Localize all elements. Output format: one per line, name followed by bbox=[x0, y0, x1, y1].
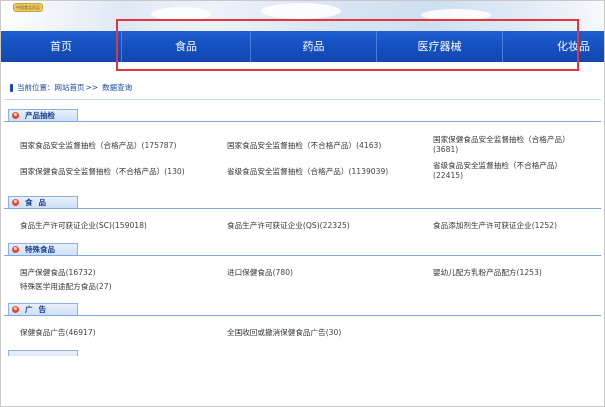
section-title: 产品抽检 bbox=[25, 111, 55, 120]
section-tab: ⊗ 产品抽检 bbox=[8, 109, 78, 121]
list-item[interactable]: 保健食品广告(46917) bbox=[20, 328, 96, 338]
top-banner: 中国食品药品 bbox=[1, 1, 604, 31]
section-title: 食品 bbox=[25, 198, 52, 207]
list-item[interactable]: 婴幼儿配方乳粉产品配方(1253) bbox=[433, 268, 542, 278]
section-header-partial bbox=[4, 350, 601, 356]
list-item[interactable]: 国家食品安全监督抽检（不合格产品）(4163) bbox=[227, 141, 381, 151]
breadcrumb-current: 数据查询 bbox=[102, 83, 133, 92]
section-icon: ⊗ bbox=[12, 199, 19, 206]
breadcrumb-prefix: 当前位置： bbox=[17, 83, 55, 92]
list-item[interactable]: 食品生产许可获证企业(SC)(159018) bbox=[20, 221, 147, 231]
section-header-food: ⊗ 食品 bbox=[4, 196, 601, 209]
section-icon: ⊗ bbox=[12, 246, 19, 253]
list-item[interactable]: 食品生产许可获证企业(QS)(22325) bbox=[227, 221, 350, 231]
section-header-product-sampling: ⊗ 产品抽检 bbox=[4, 109, 601, 122]
section-title: 特殊食品 bbox=[25, 245, 55, 254]
section-icon: ⊗ bbox=[12, 306, 19, 313]
breadcrumb-home[interactable]: 网站首页 bbox=[55, 82, 85, 94]
main-nav: 首页 食品 药品 医疗器械 化妆品 bbox=[1, 31, 604, 62]
nav-item-cosmetics[interactable]: 化妆品 bbox=[503, 31, 604, 62]
divider bbox=[4, 99, 601, 100]
list-item[interactable]: 国家保健食品安全监督抽检（合格产品） (3681) bbox=[433, 135, 593, 155]
list-item[interactable]: 全国收回或撤消保健食品广告(30) bbox=[227, 328, 341, 338]
location-icon bbox=[10, 84, 13, 92]
breadcrumb: 当前位置： 网站首页 >> 数据查询 bbox=[10, 82, 132, 94]
nav-item-home[interactable]: 首页 bbox=[1, 31, 122, 62]
list-item[interactable]: 特殊医学用途配方食品(27) bbox=[20, 282, 112, 292]
nav-item-food[interactable]: 食品 bbox=[122, 31, 251, 62]
section-header-special-food: ⊗ 特殊食品 bbox=[4, 243, 601, 256]
banner-cloud bbox=[261, 3, 341, 19]
section-icon: ⊗ bbox=[12, 112, 19, 119]
section-header-ads: ⊗ 广告 bbox=[4, 303, 601, 316]
nav-item-drugs[interactable]: 药品 bbox=[251, 31, 377, 62]
banner-cloud bbox=[151, 7, 211, 21]
list-item[interactable]: 食品添加剂生产许可获证企业(1252) bbox=[433, 221, 557, 231]
banner-cloud bbox=[421, 9, 491, 21]
section-tab: ⊗ 广告 bbox=[8, 303, 78, 315]
section-tab bbox=[8, 350, 78, 356]
section-tab: ⊗ 食品 bbox=[8, 196, 78, 208]
list-item[interactable]: 进口保健食品(780) bbox=[227, 268, 293, 278]
list-item[interactable]: 省级食品安全监督抽检（合格产品）(1139039) bbox=[227, 167, 388, 177]
section-tab: ⊗ 特殊食品 bbox=[8, 243, 78, 255]
breadcrumb-separator: >> bbox=[85, 83, 99, 92]
list-item[interactable]: 国产保健食品(16732) bbox=[20, 268, 96, 278]
list-item[interactable]: 省级食品安全监督抽检（不合格产品） (22415) bbox=[433, 161, 593, 181]
nav-item-medical-devices[interactable]: 医疗器械 bbox=[377, 31, 503, 62]
section-title: 广告 bbox=[25, 305, 52, 314]
list-item[interactable]: 国家保健食品安全监督抽检（不合格产品）(130) bbox=[20, 167, 185, 177]
site-logo[interactable]: 中国食品药品 bbox=[13, 3, 43, 12]
list-item[interactable]: 国家食品安全监督抽检（合格产品）(175787) bbox=[20, 141, 176, 151]
